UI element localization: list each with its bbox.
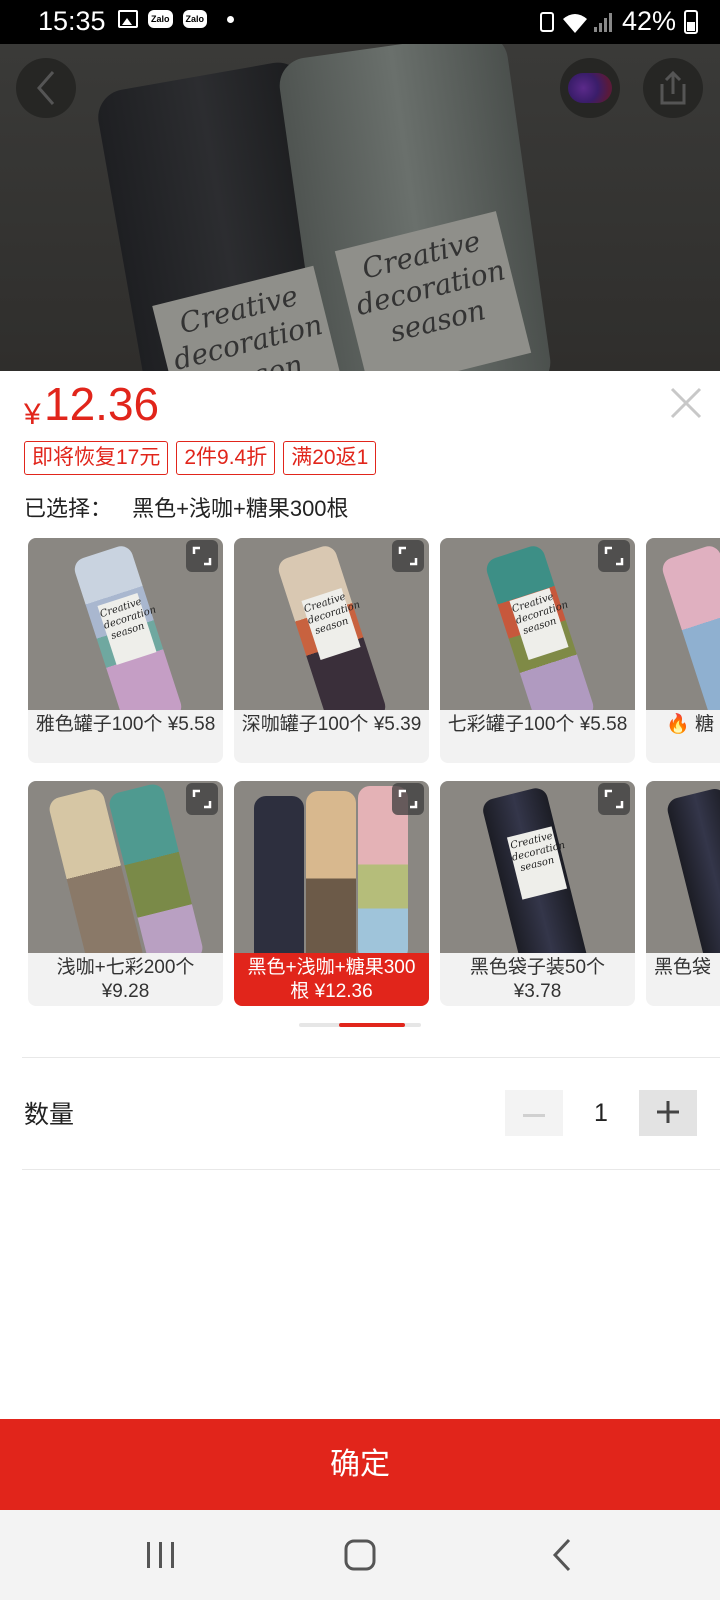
- variant-caption: 黑色袋子装50个 ¥3.78: [469, 957, 606, 1002]
- expand-icon[interactable]: [186, 540, 218, 572]
- recent-apps-button[interactable]: [135, 1532, 185, 1578]
- increase-quantity-button[interactable]: [639, 1090, 697, 1136]
- confirm-button[interactable]: 确定: [0, 1419, 720, 1510]
- expand-icon[interactable]: [186, 783, 218, 815]
- share-button[interactable]: [643, 58, 703, 118]
- ar-icon: [568, 73, 612, 103]
- notification-icons: Zalo Zalo: [118, 10, 235, 28]
- status-bar: 15:35 Zalo Zalo 42%: [0, 0, 720, 44]
- signal-icon: [593, 11, 614, 33]
- plus-icon: [657, 1100, 679, 1123]
- minus-icon: [523, 1113, 545, 1117]
- divider: [22, 1057, 720, 1058]
- promo-tag: 2件9.4折: [176, 441, 276, 475]
- variant-option[interactable]: Creative decoration season 深咖罐子100个 ¥5.3…: [234, 538, 429, 763]
- back-nav-button[interactable]: [537, 1532, 587, 1578]
- expand-icon[interactable]: [392, 783, 424, 815]
- variant-caption: 深咖罐子100个 ¥5.39: [241, 714, 422, 735]
- variant-option[interactable]: 🔥 糖: [646, 538, 720, 763]
- battery-saver-icon: [539, 11, 554, 32]
- ar-try-button[interactable]: [560, 58, 620, 118]
- variant-option-selected[interactable]: 黑色+浅咖+糖果300根 ¥12.36: [234, 781, 429, 1006]
- variant-thumbnail: [646, 538, 720, 710]
- quantity-value: 1: [594, 1099, 608, 1127]
- variant-option[interactable]: 浅咖+七彩200个 ¥9.28: [28, 781, 223, 1006]
- variant-scroll-indicator: [299, 1023, 421, 1027]
- variant-option[interactable]: Creative decoration season 雅色罐子100个 ¥5.5…: [28, 538, 223, 763]
- selected-variant: 已选择： 黑色+浅咖+糖果300根: [24, 491, 349, 523]
- variant-caption: 🔥 糖: [666, 714, 714, 735]
- variant-grid: Creative decoration season 雅色罐子100个 ¥5.5…: [28, 538, 720, 1018]
- system-nav-bar: [0, 1510, 720, 1600]
- share-icon: [660, 70, 686, 105]
- zalo-icon: Zalo: [182, 10, 208, 28]
- variant-option[interactable]: Creative decoration season 黑色袋子装50个 ¥3.7…: [440, 781, 635, 1006]
- variant-option[interactable]: Creative decoration season 七彩罐子100个 ¥5.5…: [440, 538, 635, 763]
- promo-tags: 即将恢复17元 2件9.4折 满20返1: [24, 441, 377, 475]
- image-icon: [118, 10, 138, 28]
- variant-thumbnail: [646, 781, 720, 953]
- product-image: Creative decoration season Creative deco…: [0, 44, 720, 371]
- price: 12.36: [44, 378, 160, 430]
- sku-selector-sheet: ¥ 12.36 即将恢复17元 2件9.4折 满20返1 已选择： 黑色+浅咖+…: [0, 371, 720, 1420]
- price-currency: ¥: [24, 398, 41, 431]
- selected-label: 已选择：: [24, 496, 113, 521]
- expand-icon[interactable]: [598, 783, 630, 815]
- home-button[interactable]: [335, 1532, 385, 1578]
- decrease-quantity-button[interactable]: [505, 1090, 563, 1136]
- quantity-label: 数量: [24, 1101, 75, 1129]
- promo-tag: 满20返1: [283, 441, 377, 475]
- variant-option[interactable]: 黑色袋: [646, 781, 720, 1006]
- variant-caption: 雅色罐子100个 ¥5.58: [35, 714, 216, 735]
- chevron-left-icon: [37, 71, 55, 105]
- back-button[interactable]: [16, 58, 76, 118]
- variant-caption: 黑色袋: [654, 957, 712, 978]
- status-right: 42%: [539, 6, 698, 37]
- variant-caption: 浅咖+七彩200个 ¥9.28: [56, 957, 195, 1002]
- divider: [22, 1169, 720, 1170]
- close-icon[interactable]: [668, 385, 704, 421]
- expand-icon[interactable]: [392, 540, 424, 572]
- promo-tag: 即将恢复17元: [24, 441, 169, 475]
- zalo-icon: Zalo: [148, 10, 173, 28]
- variant-caption: 七彩罐子100个 ¥5.58: [447, 714, 628, 735]
- status-time: 15:35: [38, 6, 106, 36]
- variant-caption: 黑色+浅咖+糖果300根 ¥12.36: [234, 953, 429, 1006]
- battery-percent: 42%: [621, 6, 676, 36]
- dot-icon: [227, 15, 235, 23]
- battery-icon: [684, 9, 698, 34]
- selected-value: 黑色+浅咖+糖果300根: [132, 496, 349, 521]
- expand-icon[interactable]: [598, 540, 630, 572]
- hot-icon: 🔥: [666, 714, 690, 735]
- scroll-indicator-thumb: [339, 1023, 405, 1027]
- wifi-icon: [562, 12, 587, 33]
